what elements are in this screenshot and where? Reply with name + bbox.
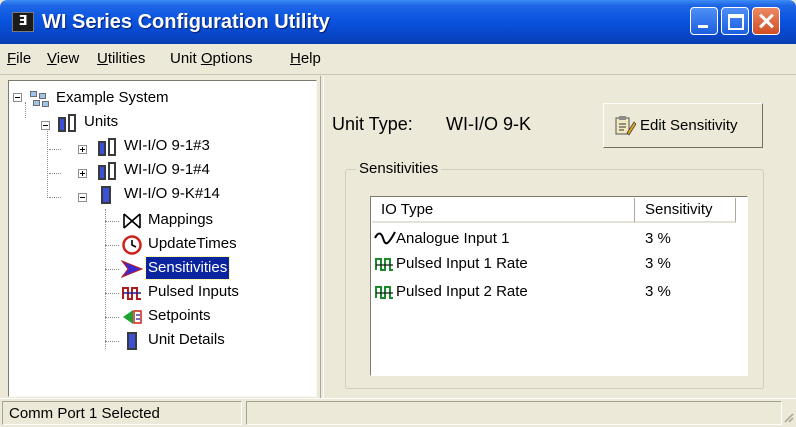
system-icon: [30, 91, 49, 107]
setpoints-icon: [123, 310, 142, 324]
arrow-sensitivity-icon: [121, 260, 143, 278]
units-icon: [58, 114, 76, 132]
analogue-wave-icon: [374, 231, 396, 245]
column-header-io-type[interactable]: IO Type: [372, 198, 635, 223]
collapse-toggle-unit3[interactable]: [78, 193, 87, 202]
clock-icon: [122, 235, 142, 255]
edit-sensitivity-label: Edit Sensitivity: [640, 117, 738, 134]
pulse-icon: [122, 287, 141, 300]
expand-toggle-unit2[interactable]: [78, 169, 87, 178]
menu-unit-options[interactable]: Unit Options: [170, 50, 253, 68]
mappings-icon: [123, 213, 141, 229]
menu-view[interactable]: View: [47, 50, 79, 68]
unit-icon: [127, 332, 137, 350]
maximize-button[interactable]: [721, 7, 749, 35]
tree-item-label: WI-I/O 9-1#4: [124, 161, 210, 178]
unit-type-value: WI-I/O 9-K: [446, 114, 531, 134]
title-bar[interactable]: Ǝ WI Series Configuration Utility: [0, 0, 796, 44]
column-header-label: Sensitivity: [645, 201, 713, 218]
app-window: Ǝ WI Series Configuration Utility File V…: [0, 0, 796, 427]
column-header-label: IO Type: [381, 201, 434, 218]
sensitivity-value: 3 %: [645, 230, 671, 247]
io-list[interactable]: IO Type Sensitivity Analogue Input 1 3 %…: [370, 196, 748, 376]
tree-item-label: Pulsed Inputs: [148, 283, 239, 300]
expand-toggle-unit1[interactable]: [78, 145, 87, 154]
io-type-name: Analogue Input 1: [396, 230, 510, 247]
unit-icon: [101, 186, 111, 204]
tree-item-label: WI-I/O 9-1#3: [124, 137, 210, 154]
io-type-name: Pulsed Input 1 Rate: [396, 255, 528, 272]
tree-view[interactable]: Example System Units WI-I/O 9-1#3 WI-I/O…: [8, 80, 317, 397]
resize-grip-icon[interactable]: [782, 411, 794, 423]
pulse-icon: [375, 286, 393, 299]
status-panel: Comm Port 1 Selected: [2, 401, 242, 425]
tree-item-label: Setpoints: [148, 307, 211, 324]
tree-item-label: UpdateTimes: [148, 235, 237, 252]
group-title: Sensitivities: [356, 160, 442, 177]
tree-item-label: Mappings: [148, 211, 214, 228]
tree-item-label: Units: [84, 113, 119, 130]
io-type-name: Pulsed Input 2 Rate: [396, 283, 528, 300]
edit-clipboard-icon: [615, 116, 636, 136]
pane-splitter[interactable]: [320, 76, 324, 398]
list-item[interactable]: Pulsed Input 1 Rate 3 %: [374, 253, 744, 275]
edit-sensitivity-button[interactable]: Edit Sensitivity: [603, 103, 763, 148]
tree-item-label: Sensitivities: [144, 256, 231, 280]
minimize-button[interactable]: [690, 7, 718, 35]
menu-file[interactable]: File: [7, 50, 31, 68]
unit-type-label: Unit Type:: [332, 114, 413, 134]
tree-item-label: Unit Details: [148, 331, 225, 348]
status-text: Comm Port 1 Selected: [9, 405, 160, 422]
sensitivity-value: 3 %: [645, 255, 671, 272]
list-item[interactable]: Analogue Input 1 3 %: [374, 228, 744, 250]
menu-help[interactable]: Help: [290, 50, 321, 68]
collapse-toggle-root[interactable]: [13, 93, 22, 102]
tree-item-label: Example System: [56, 89, 169, 106]
units-icon: [98, 162, 116, 180]
window-title: WI Series Configuration Utility: [42, 11, 330, 33]
app-icon[interactable]: Ǝ: [12, 12, 34, 32]
status-bar: Comm Port 1 Selected: [0, 398, 796, 427]
units-icon: [98, 138, 116, 156]
sensitivity-value: 3 %: [645, 283, 671, 300]
collapse-toggle-units[interactable]: [41, 121, 50, 130]
close-button[interactable]: [752, 7, 780, 35]
menu-bar: File View Utilities Unit Options Help: [0, 44, 796, 75]
pulse-icon: [375, 258, 393, 271]
tree-item-label: WI-I/O 9-K#14: [124, 185, 220, 202]
status-panel-secondary: [246, 401, 782, 425]
column-header-sensitivity[interactable]: Sensitivity: [635, 198, 736, 223]
menu-utilities[interactable]: Utilities: [97, 50, 145, 68]
list-item[interactable]: Pulsed Input 2 Rate 3 %: [374, 281, 744, 303]
